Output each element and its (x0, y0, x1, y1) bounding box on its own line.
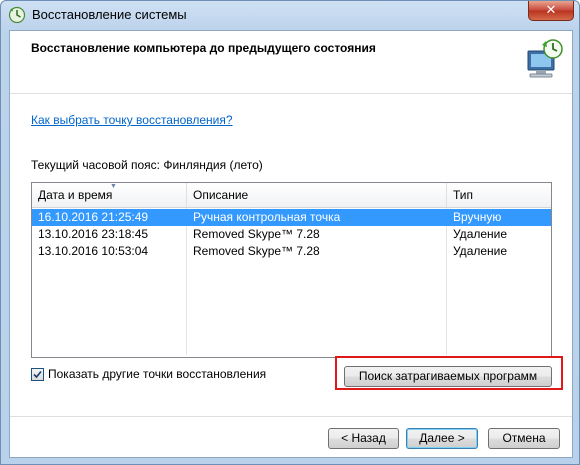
cell-description: Ручная контрольная точка (193, 210, 341, 224)
footer-divider (10, 416, 572, 417)
close-button[interactable]: ✕ (528, 1, 574, 21)
timezone-label: Текущий часовой пояс: Финляндия (лето) (31, 158, 263, 172)
cancel-button[interactable]: Отмена (488, 428, 560, 449)
title-bar[interactable]: Восстановление системы ✕ (1, 1, 579, 29)
cell-type: Удаление (453, 227, 508, 241)
system-restore-window: Восстановление системы ✕ Восстановление … (0, 0, 580, 465)
wizard-header: Восстановление компьютера до предыдущего… (10, 31, 572, 94)
checkmark-icon (33, 370, 42, 379)
cell-description: Removed Skype™ 7.28 (193, 244, 320, 258)
column-header-date-label: Дата и время (38, 188, 113, 202)
wizard-client-area: Восстановление компьютера до предыдущего… (9, 30, 573, 458)
cell-date: 13.10.2016 23:18:45 (38, 227, 149, 241)
cell-date: 13.10.2016 10:53:04 (38, 244, 149, 258)
sort-arrow-icon: ▼ (110, 183, 117, 190)
column-header-description[interactable]: Описание (187, 183, 447, 207)
show-more-checkbox[interactable] (31, 368, 44, 381)
cell-type: Удаление (453, 244, 508, 258)
column-header-date[interactable]: Дата и время ▼ (32, 183, 187, 207)
back-button[interactable]: < Назад (328, 428, 399, 449)
next-button[interactable]: Далее > (406, 428, 478, 449)
cell-description: Removed Skype™ 7.28 (193, 227, 320, 241)
cell-type: Вручную (453, 210, 502, 224)
column-header-type[interactable]: Тип (447, 183, 551, 207)
table-header: Дата и время ▼ Описание Тип (32, 183, 551, 208)
table-row[interactable]: 16.10.2016 21:25:49 Ручная контрольная т… (32, 209, 551, 226)
table-row[interactable]: 13.10.2016 23:18:45 Removed Skype™ 7.28 … (32, 226, 551, 243)
computer-restore-icon (527, 39, 563, 78)
system-restore-icon (8, 6, 26, 24)
restore-points-table[interactable]: Дата и время ▼ Описание Тип 16.10.2016 2… (31, 182, 552, 358)
page-heading: Восстановление компьютера до предыдущего… (31, 41, 376, 55)
window-title: Восстановление системы (32, 7, 187, 22)
cell-date: 16.10.2016 21:25:49 (38, 210, 149, 224)
table-row[interactable]: 13.10.2016 10:53:04 Removed Skype™ 7.28 … (32, 243, 551, 260)
help-link[interactable]: Как выбрать точку восстановления? (31, 113, 233, 127)
highlight-annotation (335, 356, 563, 390)
show-more-label: Показать другие точки восстановления (48, 367, 267, 381)
